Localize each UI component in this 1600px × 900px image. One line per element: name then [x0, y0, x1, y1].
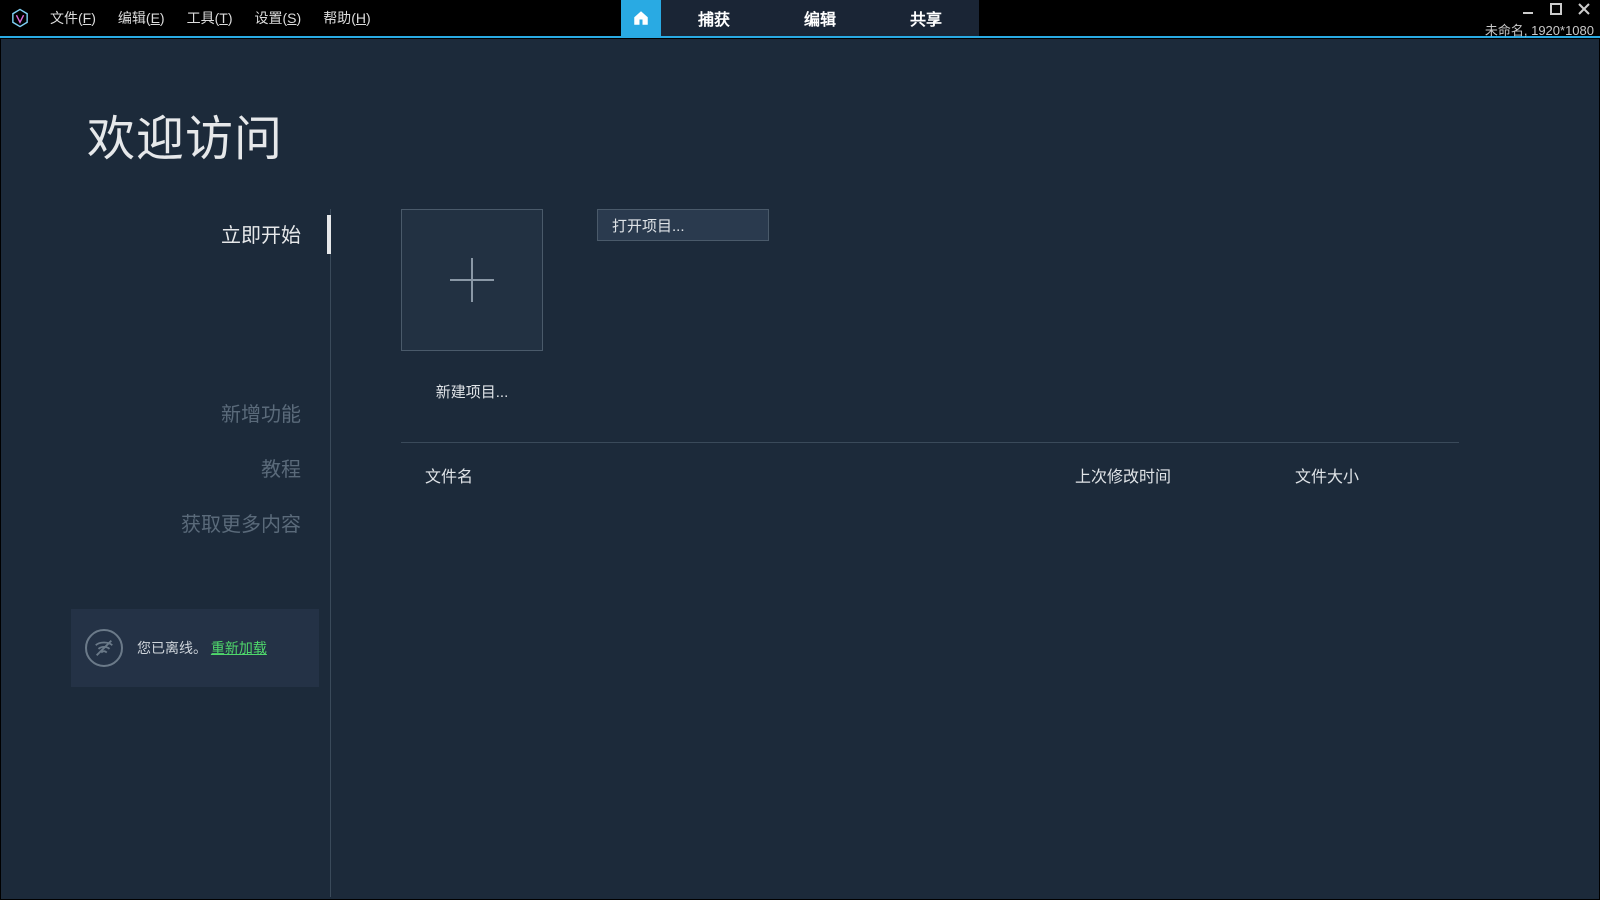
sidebar-divider: [330, 209, 331, 897]
open-project-button[interactable]: 打开项目...: [597, 209, 769, 241]
close-icon: [1578, 3, 1590, 15]
reload-link[interactable]: 重新加载: [211, 640, 267, 656]
menu-bar: 文件(F) 编辑(E) 工具(T) 设置(S) 帮助(H): [34, 2, 381, 34]
title-bar: 文件(F) 编辑(E) 工具(T) 设置(S) 帮助(H) 捕获 编辑 共享: [0, 0, 1600, 36]
page-title: 欢迎访问: [87, 99, 283, 169]
recent-table-header: 文件名 上次修改时间 文件大小: [401, 443, 1459, 507]
column-size[interactable]: 文件大小: [1295, 463, 1435, 487]
sidebar-item-start[interactable]: 立即开始: [71, 209, 331, 258]
menu-tools[interactable]: 工具(T): [177, 2, 243, 34]
tab-home[interactable]: [621, 0, 661, 36]
column-modified[interactable]: 上次修改时间: [1075, 463, 1295, 487]
tab-edit[interactable]: 编辑: [767, 0, 873, 36]
offline-icon: [85, 629, 123, 667]
window-controls: [1516, 0, 1596, 18]
document-status: 未命名, 1920*1080: [1485, 20, 1594, 39]
welcome-sidebar: 立即开始 新增功能 教程 获取更多内容: [71, 209, 331, 547]
menu-settings[interactable]: 设置(S): [245, 2, 312, 34]
welcome-content: 欢迎访问 立即开始 新增功能 教程 获取更多内容 您已离线。 重新: [0, 38, 1600, 900]
offline-text: 您已离线。 重新加载: [137, 638, 267, 659]
plus-icon: [444, 252, 500, 308]
menu-file[interactable]: 文件(F): [40, 2, 106, 34]
maximize-icon: [1550, 3, 1562, 15]
maximize-button[interactable]: [1544, 0, 1568, 18]
new-project-label: 新建项目...: [401, 381, 543, 402]
offline-notice: 您已离线。 重新加载: [71, 609, 319, 687]
start-panel: 新建项目... 打开项目... 文件名 上次修改时间 文件大小: [401, 209, 1459, 859]
sidebar-item-tutorials[interactable]: 教程: [71, 443, 331, 492]
app-logo-icon: [6, 0, 34, 36]
home-icon: [632, 9, 650, 27]
close-button[interactable]: [1572, 0, 1596, 18]
menu-help[interactable]: 帮助(H): [313, 2, 380, 34]
menu-edit[interactable]: 编辑(E): [108, 2, 175, 34]
sidebar-item-getmore[interactable]: 获取更多内容: [71, 498, 331, 547]
tab-share[interactable]: 共享: [873, 0, 979, 36]
sidebar-item-whatsnew[interactable]: 新增功能: [71, 388, 331, 437]
minimize-button[interactable]: [1516, 0, 1540, 18]
column-filename[interactable]: 文件名: [425, 463, 1075, 487]
workspace-tabs: 捕获 编辑 共享: [621, 0, 979, 36]
minimize-icon: [1522, 3, 1534, 15]
new-project-button[interactable]: 新建项目...: [401, 209, 543, 402]
tab-capture[interactable]: 捕获: [661, 0, 767, 36]
